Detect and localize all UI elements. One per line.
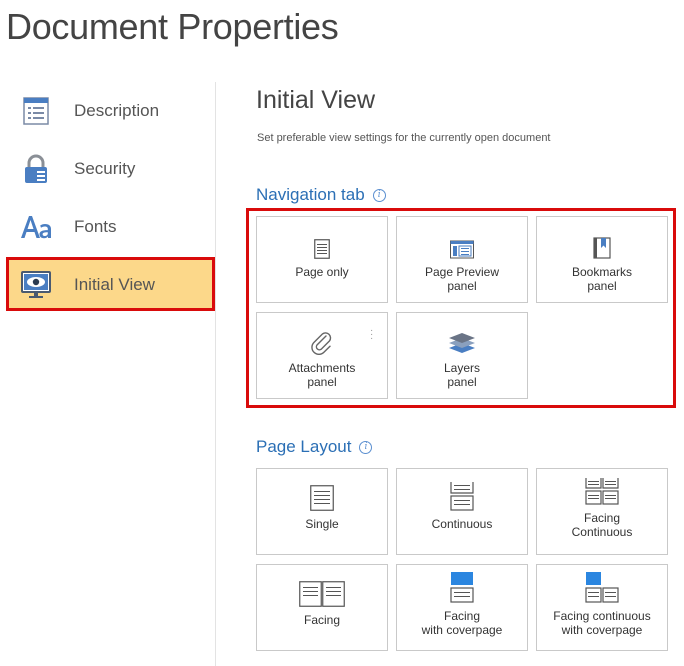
continuous-icon [450,481,474,511]
option-label: Page Preview panel [424,265,500,293]
layout-option-facing[interactable]: Facing [256,564,388,651]
sidebar-item-label: Fonts [74,217,117,236]
lock-icon [20,153,52,185]
page-layout-title: Page Layout [256,437,352,456]
page-preview-icon [450,229,474,259]
option-label: Continuous [431,517,493,531]
sidebar-item-label: Description [74,101,160,120]
nav-option-page-only[interactable]: Page only [256,216,388,303]
nav-option-page-preview[interactable]: Page Preview panel [396,216,528,303]
list-document-icon [20,95,52,127]
option-label: Bookmarks panel [571,265,633,293]
sidebar-item-description[interactable]: Description [8,86,214,136]
app-title: Document Properties [6,6,339,47]
sidebar-item-label: Security [74,159,136,178]
nav-option-layers[interactable]: Layers panel [396,312,528,399]
facing-coverpage-icon [450,571,474,603]
sidebar: Description Security Fonts Initial View [0,82,216,666]
page-layout-heading: Page Layout i [256,437,373,457]
page-icon [314,229,330,259]
option-label: Page only [295,265,349,279]
bookmark-icon [593,229,611,259]
sidebar-item-label: Initial View [74,275,155,294]
layout-option-facing-continuous[interactable]: Facing Continuous [536,468,668,555]
single-page-icon [310,481,334,511]
option-label: Facing [303,613,341,627]
sidebar-item-security[interactable]: Security [8,144,214,194]
section-title: Initial View [256,86,376,114]
section-description: Set preferable view settings for the cur… [257,132,551,144]
facing-icon [299,577,345,607]
more-icon: ... [370,323,373,342]
navigation-tab-heading: Navigation tab i [256,185,386,205]
paperclip-icon [311,325,333,355]
option-label: Facing continuous with coverpage [553,609,651,637]
font-aa-icon [20,211,52,243]
layout-option-single[interactable]: Single [256,468,388,555]
layout-option-facing-coverpage[interactable]: Facing with coverpage [396,564,528,651]
nav-option-attachments[interactable]: ... Attachments panel [256,312,388,399]
option-label: Single [305,517,339,531]
layout-option-facing-continuous-coverpage[interactable]: Facing continuous with coverpage [536,564,668,651]
facing-continuous-coverpage-icon [585,571,619,603]
option-label: Facing Continuous [571,511,633,539]
option-label: Layers panel [443,361,481,389]
option-label: Facing with coverpage [421,609,503,637]
monitor-eye-icon [20,269,52,301]
sidebar-item-initial-view[interactable]: Initial View [8,260,214,310]
info-icon[interactable]: i [359,440,373,454]
sidebar-item-fonts[interactable]: Fonts [8,202,214,252]
layers-icon [448,325,476,355]
nav-option-bookmarks[interactable]: Bookmarks panel [536,216,668,303]
info-icon[interactable]: i [372,188,386,202]
layout-option-continuous[interactable]: Continuous [396,468,528,555]
option-label: Attachments panel [288,361,356,389]
navigation-tab-title: Navigation tab [256,185,365,204]
facing-continuous-icon [585,477,619,505]
